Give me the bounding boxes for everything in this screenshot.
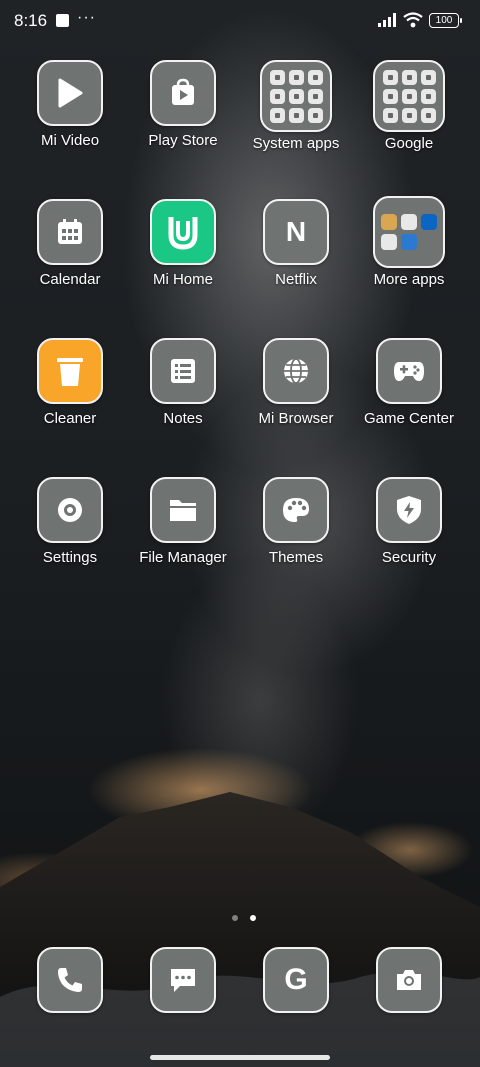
dock-google[interactable]: G xyxy=(236,947,356,1013)
app-label: Google xyxy=(384,135,434,152)
app-label: Play Store xyxy=(148,132,218,149)
page-dot xyxy=(232,915,238,921)
palette-icon xyxy=(263,477,329,543)
mini-app-icon xyxy=(382,107,398,123)
signal-icon xyxy=(378,13,396,27)
app-label: Notes xyxy=(163,410,203,427)
page-indicator xyxy=(228,908,260,926)
gear-icon xyxy=(37,477,103,543)
app-play-store[interactable]: Play Store xyxy=(123,60,243,150)
mini-app-icon xyxy=(381,234,397,250)
page-dot-active xyxy=(250,915,257,921)
mini-app-icon xyxy=(420,88,436,104)
mini-app-icon xyxy=(307,88,323,104)
folder-icon xyxy=(373,196,445,268)
mi-home-icon xyxy=(150,199,216,265)
mini-app-icon xyxy=(401,69,417,85)
app-mi-browser[interactable]: Mi Browser xyxy=(236,338,356,428)
mini-app-icon xyxy=(307,107,323,123)
status-time: 8:16 xyxy=(14,11,48,30)
mini-app-icon xyxy=(421,234,437,250)
app-label: Themes xyxy=(268,549,324,566)
app-label: Mi Home xyxy=(152,271,213,288)
app-label: Mi Browser xyxy=(258,410,334,427)
globe-icon xyxy=(263,338,329,404)
notes-icon xyxy=(150,338,216,404)
mini-app-icon xyxy=(420,69,436,85)
app-label: Cleaner xyxy=(43,410,97,427)
app-label: Calendar xyxy=(39,271,101,288)
dock-phone[interactable] xyxy=(10,947,130,1013)
folder-more-apps[interactable]: More apps xyxy=(349,196,469,289)
mini-app-icon xyxy=(401,107,417,123)
google-glyph: G xyxy=(284,963,308,996)
google-icon: G xyxy=(263,947,329,1013)
mini-app-icon xyxy=(269,69,285,85)
more-notifications-icon: ··· xyxy=(77,9,96,26)
camera-icon xyxy=(376,947,442,1013)
mini-app-icon xyxy=(401,88,417,104)
folder-icon xyxy=(260,60,332,132)
status-bar: 8:16 ··· 100 xyxy=(0,0,480,42)
app-label: System apps xyxy=(252,135,340,152)
shield-icon xyxy=(376,477,442,543)
app-label: Mi Video xyxy=(40,132,100,149)
folder-icon xyxy=(373,60,445,132)
battery-icon: 100 xyxy=(429,13,462,28)
calendar-icon xyxy=(37,199,103,265)
notification-icon xyxy=(56,14,69,27)
app-label: More apps xyxy=(373,271,445,288)
mini-app-icon xyxy=(269,107,285,123)
app-netflix[interactable]: N Netflix xyxy=(236,199,356,289)
play-icon xyxy=(37,60,103,126)
mini-app-icon xyxy=(288,69,304,85)
mini-app-icon xyxy=(401,234,417,250)
app-mi-home[interactable]: Mi Home xyxy=(123,199,243,289)
mini-app-icon xyxy=(381,214,397,230)
mini-app-icon xyxy=(401,214,417,230)
trash-icon xyxy=(37,338,103,404)
netflix-glyph: N xyxy=(285,216,307,247)
dock-camera[interactable] xyxy=(349,947,469,1013)
message-icon xyxy=(150,947,216,1013)
app-label: Game Center xyxy=(363,410,455,427)
app-label: File Manager xyxy=(139,549,227,566)
mini-app-icon xyxy=(269,88,285,104)
gamepad-icon xyxy=(376,338,442,404)
mini-app-icon xyxy=(382,88,398,104)
volcano-silhouette xyxy=(0,792,480,1067)
mini-app-icon xyxy=(288,107,304,123)
app-settings[interactable]: Settings xyxy=(10,477,130,567)
app-security[interactable]: Security xyxy=(349,477,469,567)
app-label: Netflix xyxy=(275,271,317,288)
dock-messages[interactable] xyxy=(123,947,243,1013)
netflix-icon: N xyxy=(263,199,329,265)
mini-app-icon xyxy=(421,214,437,230)
mini-app-icon xyxy=(288,88,304,104)
app-themes[interactable]: Themes xyxy=(236,477,356,567)
app-label: Security xyxy=(381,549,437,566)
app-game-center[interactable]: Game Center xyxy=(349,338,469,428)
folder-file-icon xyxy=(150,477,216,543)
folder-system-apps[interactable]: System apps xyxy=(236,60,356,153)
mini-app-icon xyxy=(307,69,323,85)
app-mi-video[interactable]: Mi Video xyxy=(10,60,130,150)
mini-app-icon xyxy=(382,69,398,85)
app-notes[interactable]: Notes xyxy=(123,338,243,428)
folder-google[interactable]: Google xyxy=(349,60,469,153)
app-cleaner[interactable]: Cleaner xyxy=(10,338,130,428)
play-store-icon xyxy=(150,60,216,126)
home-gesture-bar[interactable] xyxy=(150,1055,330,1060)
app-calendar[interactable]: Calendar xyxy=(10,199,130,289)
app-label: Settings xyxy=(42,549,98,566)
wifi-icon xyxy=(403,12,423,28)
phone-icon xyxy=(37,947,103,1013)
mini-app-icon xyxy=(420,107,436,123)
app-file-manager[interactable]: File Manager xyxy=(123,477,243,567)
